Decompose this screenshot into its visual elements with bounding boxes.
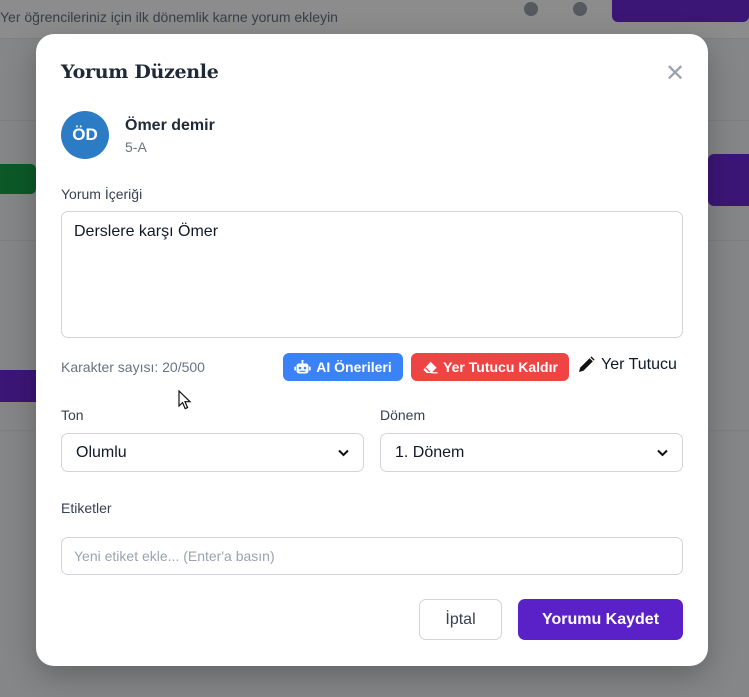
robot-icon	[294, 359, 311, 373]
term-select[interactable]: 1. Dönem	[380, 433, 683, 472]
tone-select[interactable]: Olumlu	[61, 433, 364, 472]
cancel-button[interactable]: İptal	[419, 599, 502, 640]
comment-textarea[interactable]	[61, 211, 683, 338]
eraser-icon	[423, 361, 438, 373]
remove-placeholder-button[interactable]: Yer Tutucu Kaldır	[411, 353, 569, 381]
mouse-cursor-icon	[178, 390, 192, 410]
comment-label: Yorum İçeriği	[61, 186, 143, 202]
ai-suggestions-label: AI Önerileri	[316, 359, 392, 375]
avatar: ÖD	[61, 111, 109, 159]
chevron-down-icon	[338, 446, 349, 460]
close-icon[interactable]: ✕	[662, 60, 688, 86]
remove-placeholder-label: Yer Tutucu Kaldır	[443, 359, 558, 375]
tone-select-value: Olumlu	[76, 443, 127, 461]
save-comment-button[interactable]: Yorumu Kaydet	[518, 599, 683, 640]
term-select-value: 1. Dönem	[395, 443, 465, 461]
tag-input[interactable]	[61, 537, 683, 575]
student-class: 5-A	[125, 139, 147, 155]
chevron-down-icon	[657, 446, 668, 460]
pencil-icon	[579, 356, 595, 372]
tags-label: Etiketler	[61, 500, 112, 516]
modal-title: Yorum Düzenle	[61, 61, 219, 83]
ai-suggestions-button[interactable]: AI Önerileri	[283, 353, 403, 381]
placeholder-label: Yer Tutucu	[601, 356, 677, 373]
placeholder-button[interactable]: Yer Tutucu	[577, 350, 677, 380]
tone-label: Ton	[61, 407, 84, 423]
character-count: Karakter sayısı: 20/500	[61, 359, 205, 375]
term-label: Dönem	[380, 407, 426, 423]
edit-comment-modal: Yorum Düzenle ✕ ÖD Ömer demir 5-A Yorum …	[36, 34, 708, 666]
student-name: Ömer demir	[125, 117, 215, 134]
